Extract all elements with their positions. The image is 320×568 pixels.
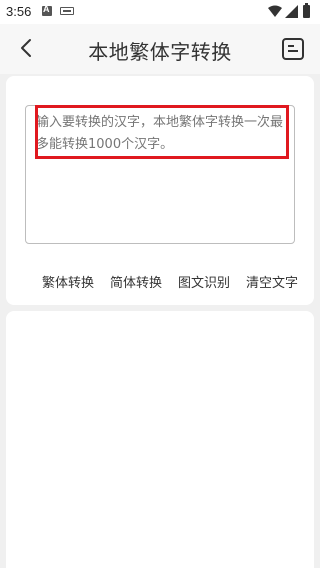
signal-icon — [285, 5, 298, 18]
keyboard-icon — [60, 7, 74, 15]
battery-icon — [303, 3, 310, 18]
document-list-icon[interactable] — [282, 38, 304, 60]
action-row: 繁体转换 简体转换 图文识别 清空文字 — [6, 272, 314, 296]
input-card: 繁体转换 简体转换 图文识别 清空文字 — [6, 76, 314, 305]
status-time: 3:56 — [6, 4, 32, 19]
wifi-icon — [268, 5, 282, 17]
clear-text-button[interactable]: 清空文字 — [246, 272, 298, 291]
app-bar: 本地繁体字转换 — [0, 24, 320, 74]
page-title: 本地繁体字转换 — [88, 40, 232, 64]
text-input[interactable] — [25, 105, 295, 244]
status-bar: 3:56 — [0, 0, 320, 24]
ocr-button[interactable]: 图文识别 — [178, 272, 230, 291]
simplified-convert-button[interactable]: 简体转换 — [110, 272, 162, 291]
a-notification-icon — [42, 4, 52, 16]
traditional-convert-button[interactable]: 繁体转换 — [42, 272, 94, 291]
result-card — [6, 311, 314, 568]
